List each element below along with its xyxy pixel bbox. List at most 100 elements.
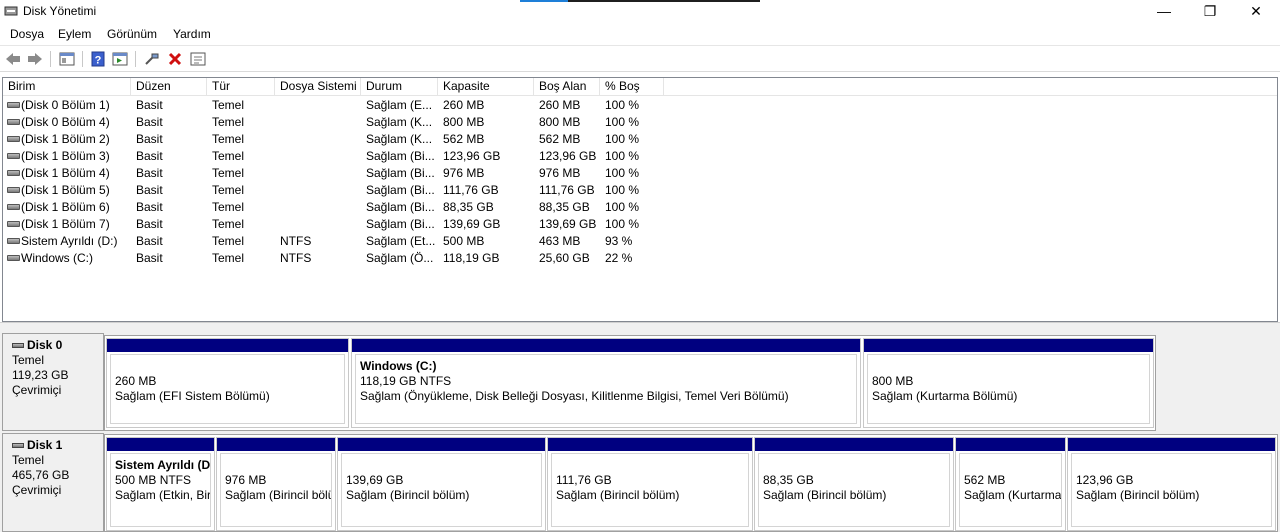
menu-gorunum[interactable]: Görünüm <box>107 27 157 41</box>
column-header-bos-alan[interactable]: Boş Alan <box>534 78 600 96</box>
volume-percent-free: 100 % <box>605 183 640 197</box>
volume-name: Sistem Ayrıldı (D:) <box>21 234 118 248</box>
disk-icon <box>12 343 24 348</box>
volume-type: Temel <box>212 251 245 265</box>
volume-icon <box>7 187 20 193</box>
volume-list[interactable]: Birim Düzen Tür Dosya Sistemi Durum Kapa… <box>2 77 1278 322</box>
volume-percent-free: 93 % <box>605 234 633 248</box>
volume-capacity: 111,76 GB <box>443 183 499 197</box>
menu-dosya[interactable]: Dosya <box>10 27 44 41</box>
partition-header-bar <box>338 438 545 451</box>
partition-size: 88,35 GB <box>763 473 814 487</box>
action-pane-icon[interactable] <box>111 50 129 68</box>
disk-1-partitions: Sistem Ayrıldı (D 500 MB NTFS Sağlam (Et… <box>104 434 1278 532</box>
table-row[interactable]: (Disk 1 Bölüm 4) Basit Temel Sağlam (Bi... 9… <box>3 165 1277 182</box>
volume-type: Temel <box>212 166 245 180</box>
table-row[interactable]: (Disk 0 Bölüm 4) Basit Temel Sağlam (K... 80… <box>3 114 1277 131</box>
disk-management-icon <box>4 5 18 17</box>
table-row[interactable]: (Disk 1 Bölüm 5) Basit Temel Sağlam (Bi... 1… <box>3 182 1277 199</box>
table-row[interactable]: Sistem Ayrıldı (D:) Basit Temel NTFS Sağlam … <box>3 233 1277 250</box>
column-header-birim[interactable]: Birim <box>3 78 131 96</box>
volume-layout: Basit <box>136 217 163 231</box>
volume-status: Sağlam (K... <box>366 115 433 129</box>
back-arrow-icon[interactable] <box>4 50 22 68</box>
volume-icon <box>7 221 20 227</box>
column-header-durum[interactable]: Durum <box>361 78 438 96</box>
maximize-button[interactable]: ❐ <box>1187 0 1233 24</box>
disk-1-label[interactable]: Disk 1 Temel 465,76 GB Çevrimiçi <box>2 433 104 532</box>
volume-type: Temel <box>212 183 245 197</box>
delete-icon[interactable] <box>166 50 184 68</box>
disk-status: Çevrimiçi <box>12 383 62 397</box>
disk-icon <box>12 443 24 448</box>
partition-disk0-windows[interactable]: Windows (C:) 118,19 GB NTFS Sağlam (Önyü… <box>351 338 861 428</box>
table-row[interactable]: Windows (C:) Basit Temel NTFS Sağlam (Ö... 11… <box>3 250 1277 267</box>
volume-list-header: Birim Düzen Tür Dosya Sistemi Durum Kapa… <box>3 78 1277 96</box>
column-header-kapasite[interactable]: Kapasite <box>438 78 534 96</box>
partition-disk0-efi[interactable]: 260 MB Sağlam (EFI Sistem Bölümü) <box>106 338 349 428</box>
partition-disk1-part7[interactable]: 139,69 GB Sağlam (Birincil bölüm) <box>337 437 546 531</box>
partition-disk1-part5[interactable]: 111,76 GB Sağlam (Birincil bölüm) <box>547 437 753 531</box>
volume-layout: Basit <box>136 166 163 180</box>
connect-icon[interactable] <box>143 50 161 68</box>
volume-free-space: 88,35 GB <box>539 200 590 214</box>
properties-icon[interactable] <box>189 50 207 68</box>
partition-disk1-system-reserved[interactable]: Sistem Ayrıldı (D 500 MB NTFS Sağlam (Et… <box>106 437 215 531</box>
toolbar: ? <box>0 45 1280 72</box>
partition-header-bar <box>352 339 860 352</box>
menu-yardim[interactable]: Yardım <box>173 27 211 41</box>
volume-filesystem: NTFS <box>280 234 312 248</box>
column-header-dosya-sistemi[interactable]: Dosya Sistemi <box>275 78 361 96</box>
column-header-tur[interactable]: Tür <box>207 78 275 96</box>
table-row[interactable]: (Disk 1 Bölüm 7) Basit Temel Sağlam (Bi... 1… <box>3 216 1277 233</box>
partition-status: Sağlam (Etkin, Biri <box>115 488 211 502</box>
partition-size: 976 MB <box>225 473 267 487</box>
volume-free-space: 463 MB <box>539 234 581 248</box>
volume-free-space: 800 MB <box>539 115 581 129</box>
column-header-duzen[interactable]: Düzen <box>131 78 207 96</box>
partition-size: 123,96 GB <box>1076 473 1134 487</box>
disk-0-label[interactable]: Disk 0 Temel 119,23 GB Çevrimiçi <box>2 333 104 431</box>
volume-capacity: 123,96 GB <box>443 149 501 163</box>
partition-size: 111,76 GB <box>556 473 612 487</box>
table-row[interactable]: (Disk 1 Bölüm 2) Basit Temel Sağlam (K... 56… <box>3 131 1277 148</box>
partition-disk1-recovery[interactable]: 562 MB Sağlam (Kurtarma <box>955 437 1066 531</box>
partition-status: Sağlam (Birincil bölü <box>225 488 332 502</box>
console-tree-icon[interactable] <box>58 50 76 68</box>
partition-disk1-part4[interactable]: 976 MB Sağlam (Birincil bölü <box>216 437 336 531</box>
volume-capacity: 118,19 GB <box>443 251 500 265</box>
toolbar-separator <box>135 51 136 67</box>
partition-disk1-part3[interactable]: 123,96 GB Sağlam (Birincil bölüm) <box>1067 437 1276 531</box>
volume-layout: Basit <box>136 234 163 248</box>
volume-layout: Basit <box>136 200 163 214</box>
volume-capacity: 562 MB <box>443 132 485 146</box>
volume-free-space: 111,76 GB <box>539 183 595 197</box>
volume-free-space: 123,96 GB <box>539 149 597 163</box>
forward-arrow-icon[interactable] <box>26 50 44 68</box>
partition-disk0-recovery[interactable]: 800 MB Sağlam (Kurtarma Bölümü) <box>863 338 1154 428</box>
volume-type: Temel <box>212 115 245 129</box>
volume-capacity: 976 MB <box>443 166 485 180</box>
help-icon[interactable]: ? <box>89 50 107 68</box>
volume-capacity: 260 MB <box>443 98 485 112</box>
close-button[interactable]: ✕ <box>1233 0 1279 24</box>
volume-capacity: 139,69 GB <box>443 217 501 231</box>
volume-layout: Basit <box>136 149 163 163</box>
window-title: Disk Yönetimi <box>23 4 97 18</box>
partition-disk1-part6[interactable]: 88,35 GB Sağlam (Birincil bölüm) <box>754 437 954 531</box>
partition-size: 800 MB <box>872 374 914 388</box>
volume-status: Sağlam (Bi... <box>366 149 435 163</box>
partition-header-bar <box>864 339 1153 352</box>
volume-type: Temel <box>212 149 245 163</box>
volume-layout: Basit <box>136 251 163 265</box>
column-header-yuzde-bos[interactable]: % Boş <box>600 78 664 96</box>
menu-eylem[interactable]: Eylem <box>58 27 91 41</box>
volume-icon <box>7 238 20 244</box>
table-row[interactable]: (Disk 0 Bölüm 1) Basit Temel Sağlam (E... 26… <box>3 97 1277 114</box>
table-row[interactable]: (Disk 1 Bölüm 6) Basit Temel Sağlam (Bi... 8… <box>3 199 1277 216</box>
table-row[interactable]: (Disk 1 Bölüm 3) Basit Temel Sağlam (Bi... 1… <box>3 148 1277 165</box>
partition-header-bar <box>755 438 953 451</box>
minimize-button[interactable]: — <box>1141 0 1187 24</box>
volume-layout: Basit <box>136 98 163 112</box>
volume-icon <box>7 119 20 125</box>
